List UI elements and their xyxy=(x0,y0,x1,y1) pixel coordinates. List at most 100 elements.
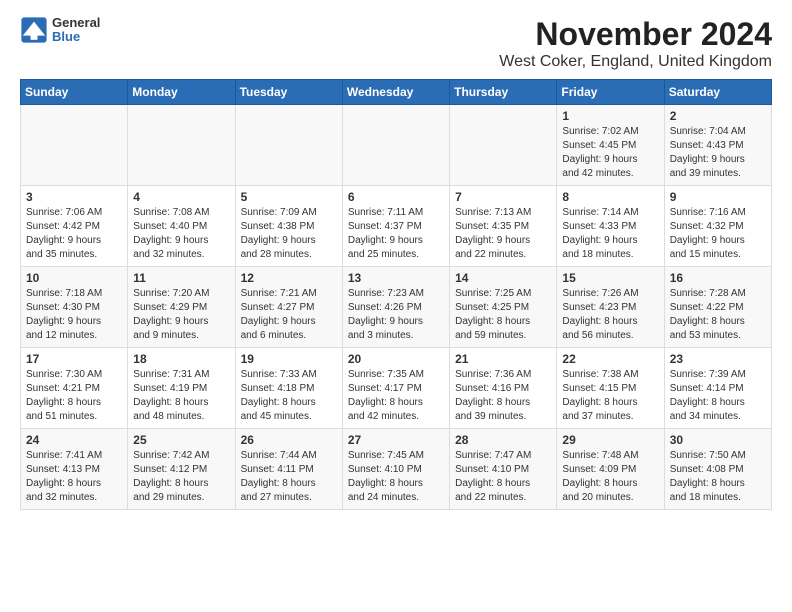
day-info: Sunrise: 7:14 AM Sunset: 4:33 PM Dayligh… xyxy=(562,206,658,262)
day-number: 27 xyxy=(348,433,444,447)
day-info: Sunrise: 7:30 AM Sunset: 4:21 PM Dayligh… xyxy=(26,368,122,424)
calendar-cell: 29 Sunrise: 7:48 AM Sunset: 4:09 PM Dayli… xyxy=(557,429,664,510)
week-row-1: 1 Sunrise: 7:02 AM Sunset: 4:45 PM Daylig… xyxy=(21,105,772,186)
calendar-cell: 13 Sunrise: 7:23 AM Sunset: 4:26 PM Dayli… xyxy=(342,267,449,348)
day-info: Sunrise: 7:28 AM Sunset: 4:22 PM Dayligh… xyxy=(670,287,766,343)
day-number: 11 xyxy=(133,271,229,285)
day-number: 30 xyxy=(670,433,766,447)
calendar-cell: 22Sunrise: 7:38 AM Sunset: 4:15 PM Dayli… xyxy=(557,348,664,429)
day-number: 18 xyxy=(133,352,229,366)
calendar: SundayMondayTuesdayWednesdayThursdayFrid… xyxy=(20,79,772,510)
day-number: 29 xyxy=(562,433,658,447)
weekday-header-saturday: Saturday xyxy=(664,80,771,105)
week-row-3: 10Sunrise: 7:18 AM Sunset: 4:30 PM Dayli… xyxy=(21,267,772,348)
day-number: 20 xyxy=(348,352,444,366)
calendar-cell: 6 Sunrise: 7:11 AM Sunset: 4:37 PM Daylig… xyxy=(342,186,449,267)
day-info: Sunrise: 7:41 AM Sunset: 4:13 PM Dayligh… xyxy=(26,449,122,505)
calendar-cell xyxy=(450,105,557,186)
day-info: Sunrise: 7:21 AM Sunset: 4:27 PM Dayligh… xyxy=(241,287,337,343)
month-title: November 2024 xyxy=(499,16,772,53)
calendar-cell: 12 Sunrise: 7:21 AM Sunset: 4:27 PM Dayli… xyxy=(235,267,342,348)
day-info: Sunrise: 7:50 AM Sunset: 4:08 PM Dayligh… xyxy=(670,449,766,505)
calendar-cell xyxy=(128,105,235,186)
calendar-cell: 3Sunrise: 7:06 AM Sunset: 4:42 PM Daylig… xyxy=(21,186,128,267)
day-info: Sunrise: 7:47 AM Sunset: 4:10 PM Dayligh… xyxy=(455,449,551,505)
day-number: 19 xyxy=(241,352,337,366)
calendar-cell: 21 Sunrise: 7:36 AM Sunset: 4:16 PM Dayli… xyxy=(450,348,557,429)
day-number: 25 xyxy=(133,433,229,447)
logo-icon xyxy=(20,16,48,44)
calendar-cell: 25 Sunrise: 7:42 AM Sunset: 4:12 PM Dayli… xyxy=(128,429,235,510)
logo: General Blue xyxy=(20,16,100,45)
logo-general-text: General xyxy=(52,16,100,30)
day-number: 24 xyxy=(26,433,122,447)
day-number: 4 xyxy=(133,190,229,204)
title-area: November 2024 West Coker, England, Unite… xyxy=(499,16,772,71)
weekday-header-monday: Monday xyxy=(128,80,235,105)
day-info: Sunrise: 7:23 AM Sunset: 4:26 PM Dayligh… xyxy=(348,287,444,343)
calendar-cell xyxy=(235,105,342,186)
day-number: 21 xyxy=(455,352,551,366)
weekday-header-tuesday: Tuesday xyxy=(235,80,342,105)
weekday-header-sunday: Sunday xyxy=(21,80,128,105)
calendar-cell: 2Sunrise: 7:04 AM Sunset: 4:43 PM Daylig… xyxy=(664,105,771,186)
day-info: Sunrise: 7:13 AM Sunset: 4:35 PM Dayligh… xyxy=(455,206,551,262)
calendar-cell: 15 Sunrise: 7:26 AM Sunset: 4:23 PM Dayli… xyxy=(557,267,664,348)
week-row-2: 3Sunrise: 7:06 AM Sunset: 4:42 PM Daylig… xyxy=(21,186,772,267)
day-info: Sunrise: 7:11 AM Sunset: 4:37 PM Dayligh… xyxy=(348,206,444,262)
calendar-cell: 9 Sunrise: 7:16 AM Sunset: 4:32 PM Daylig… xyxy=(664,186,771,267)
calendar-cell xyxy=(21,105,128,186)
calendar-cell: 8 Sunrise: 7:14 AM Sunset: 4:33 PM Daylig… xyxy=(557,186,664,267)
day-info: Sunrise: 7:08 AM Sunset: 4:40 PM Dayligh… xyxy=(133,206,229,262)
weekday-header-row: SundayMondayTuesdayWednesdayThursdayFrid… xyxy=(21,80,772,105)
header: General Blue November 2024 West Coker, E… xyxy=(20,16,772,71)
calendar-cell: 10Sunrise: 7:18 AM Sunset: 4:30 PM Dayli… xyxy=(21,267,128,348)
day-info: Sunrise: 7:33 AM Sunset: 4:18 PM Dayligh… xyxy=(241,368,337,424)
day-info: Sunrise: 7:44 AM Sunset: 4:11 PM Dayligh… xyxy=(241,449,337,505)
day-number: 12 xyxy=(241,271,337,285)
calendar-cell: 26 Sunrise: 7:44 AM Sunset: 4:11 PM Dayli… xyxy=(235,429,342,510)
day-number: 5 xyxy=(241,190,337,204)
calendar-cell: 11 Sunrise: 7:20 AM Sunset: 4:29 PM Dayli… xyxy=(128,267,235,348)
weekday-header-friday: Friday xyxy=(557,80,664,105)
day-info: Sunrise: 7:20 AM Sunset: 4:29 PM Dayligh… xyxy=(133,287,229,343)
day-number: 6 xyxy=(348,190,444,204)
day-info: Sunrise: 7:26 AM Sunset: 4:23 PM Dayligh… xyxy=(562,287,658,343)
day-number: 9 xyxy=(670,190,766,204)
calendar-cell: 20Sunrise: 7:35 AM Sunset: 4:17 PM Dayli… xyxy=(342,348,449,429)
day-info: Sunrise: 7:09 AM Sunset: 4:38 PM Dayligh… xyxy=(241,206,337,262)
calendar-cell: 27Sunrise: 7:45 AM Sunset: 4:10 PM Dayli… xyxy=(342,429,449,510)
day-info: Sunrise: 7:42 AM Sunset: 4:12 PM Dayligh… xyxy=(133,449,229,505)
day-number: 1 xyxy=(562,109,658,123)
day-info: Sunrise: 7:25 AM Sunset: 4:25 PM Dayligh… xyxy=(455,287,551,343)
day-number: 15 xyxy=(562,271,658,285)
day-info: Sunrise: 7:31 AM Sunset: 4:19 PM Dayligh… xyxy=(133,368,229,424)
day-number: 22 xyxy=(562,352,658,366)
day-info: Sunrise: 7:02 AM Sunset: 4:45 PM Dayligh… xyxy=(562,125,658,181)
day-number: 8 xyxy=(562,190,658,204)
calendar-cell: 4 Sunrise: 7:08 AM Sunset: 4:40 PM Daylig… xyxy=(128,186,235,267)
calendar-cell: 19 Sunrise: 7:33 AM Sunset: 4:18 PM Dayli… xyxy=(235,348,342,429)
day-info: Sunrise: 7:48 AM Sunset: 4:09 PM Dayligh… xyxy=(562,449,658,505)
week-row-5: 24 Sunrise: 7:41 AM Sunset: 4:13 PM Dayli… xyxy=(21,429,772,510)
day-info: Sunrise: 7:36 AM Sunset: 4:16 PM Dayligh… xyxy=(455,368,551,424)
day-number: 23 xyxy=(670,352,766,366)
weekday-header-wednesday: Wednesday xyxy=(342,80,449,105)
calendar-cell: 5 Sunrise: 7:09 AM Sunset: 4:38 PM Daylig… xyxy=(235,186,342,267)
day-number: 26 xyxy=(241,433,337,447)
location: West Coker, England, United Kingdom xyxy=(499,53,772,71)
calendar-cell: 7 Sunrise: 7:13 AM Sunset: 4:35 PM Daylig… xyxy=(450,186,557,267)
day-number: 13 xyxy=(348,271,444,285)
day-number: 28 xyxy=(455,433,551,447)
day-number: 17 xyxy=(26,352,122,366)
calendar-cell: 16Sunrise: 7:28 AM Sunset: 4:22 PM Dayli… xyxy=(664,267,771,348)
week-row-4: 17 Sunrise: 7:30 AM Sunset: 4:21 PM Dayli… xyxy=(21,348,772,429)
day-number: 10 xyxy=(26,271,122,285)
day-info: Sunrise: 7:06 AM Sunset: 4:42 PM Dayligh… xyxy=(26,206,122,262)
calendar-cell: 14 Sunrise: 7:25 AM Sunset: 4:25 PM Dayli… xyxy=(450,267,557,348)
day-number: 7 xyxy=(455,190,551,204)
day-info: Sunrise: 7:16 AM Sunset: 4:32 PM Dayligh… xyxy=(670,206,766,262)
day-number: 14 xyxy=(455,271,551,285)
day-info: Sunrise: 7:39 AM Sunset: 4:14 PM Dayligh… xyxy=(670,368,766,424)
calendar-cell xyxy=(342,105,449,186)
